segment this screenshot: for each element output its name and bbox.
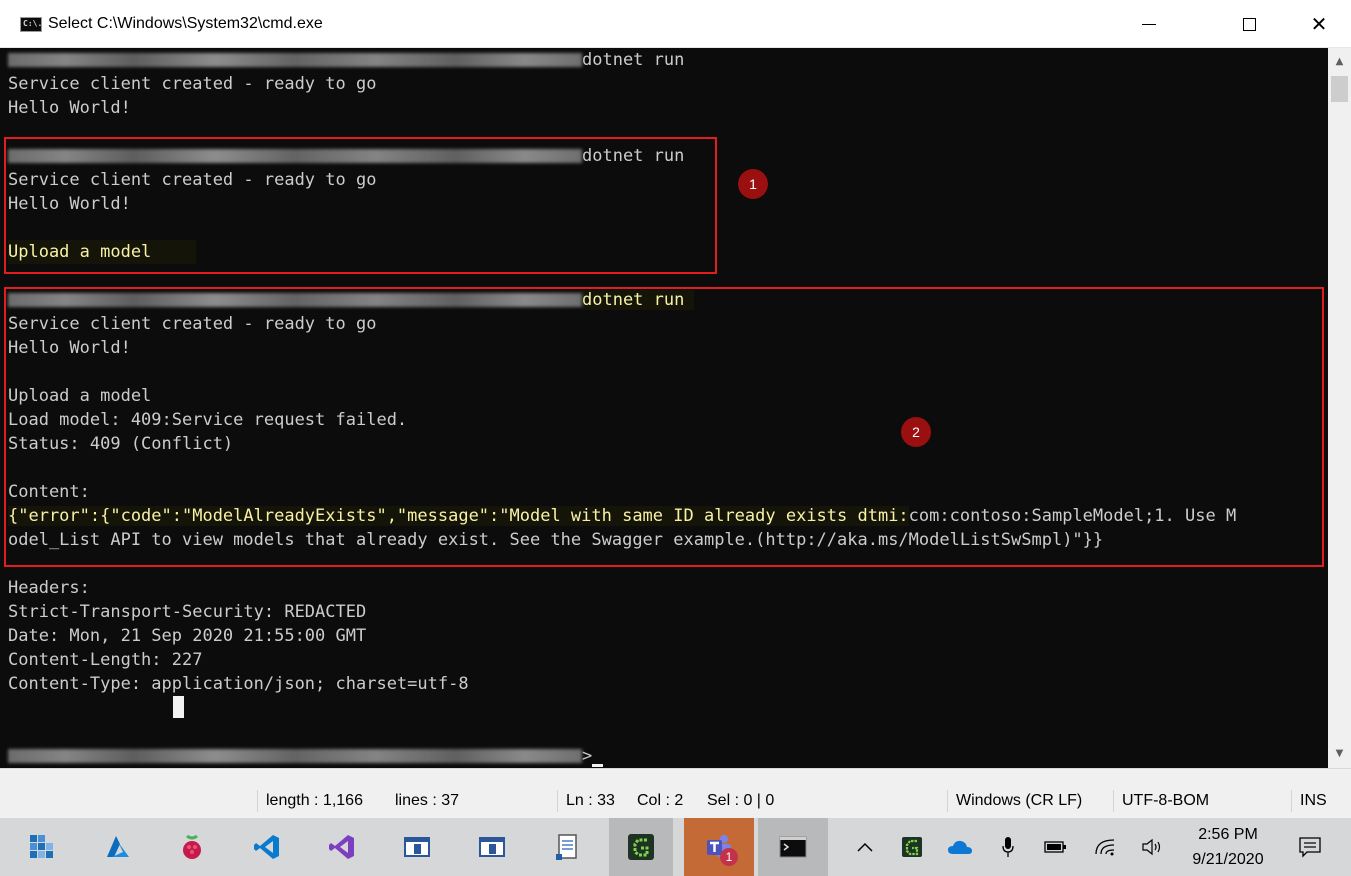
tray-gitkraken[interactable] xyxy=(892,818,932,876)
redacted-path xyxy=(8,53,582,67)
status-lines: lines : 37 xyxy=(395,792,460,809)
annotation-badge-1: 1 xyxy=(738,169,768,199)
wifi-icon xyxy=(1095,839,1115,856)
taskbar: 1 2:56 PM 9/21/2020 xyxy=(0,818,1351,876)
window-title: Select C:\Windows\System32\cmd.exe xyxy=(48,15,323,32)
taskbar-notepad[interactable] xyxy=(535,818,599,876)
clock-date: 9/21/2020 xyxy=(1192,851,1264,868)
vertical-scrollbar[interactable]: ▲ ▼ xyxy=(1328,48,1351,768)
taskbar-teams[interactable]: 1 xyxy=(684,818,754,876)
status-ln: Ln : 33 xyxy=(557,790,625,812)
vscode-icon xyxy=(254,835,279,859)
console-line: Content-Type: application/json; charset=… xyxy=(8,674,469,694)
notification-icon xyxy=(1299,837,1321,858)
clock-time: 2:56 PM xyxy=(1198,826,1258,843)
tray-microphone[interactable] xyxy=(988,818,1028,876)
cmd-icon xyxy=(779,836,807,858)
taskbar-clock[interactable]: 2:56 PM 9/21/2020 xyxy=(1178,822,1278,872)
scroll-thumb[interactable] xyxy=(1331,76,1348,102)
gitkraken-icon xyxy=(902,837,922,857)
onedrive-icon xyxy=(948,840,972,854)
tray-battery[interactable] xyxy=(1035,818,1075,876)
maximize-button[interactable] xyxy=(1226,0,1272,48)
microphone-icon xyxy=(1002,837,1014,857)
console-line: Date: Mon, 21 Sep 2020 21:55:00 GMT xyxy=(8,626,367,646)
taskbar-window-app-2[interactable] xyxy=(460,818,524,876)
scroll-up-icon[interactable]: ▲ xyxy=(1328,52,1351,72)
taskbar-vscode[interactable] xyxy=(235,818,299,876)
volume-icon xyxy=(1142,838,1161,856)
visual-studio-icon xyxy=(329,835,354,859)
annotation-box-2 xyxy=(4,287,1324,567)
editor-status-bar: length : 1,166 lines : 37 Ln : 33 Col : … xyxy=(0,768,1351,818)
status-eol[interactable]: Windows (CR LF) xyxy=(947,790,1113,812)
status-length: length : 1,166 xyxy=(257,790,387,812)
scroll-down-icon[interactable]: ▼ xyxy=(1328,744,1351,764)
tray-onedrive[interactable] xyxy=(940,818,980,876)
teams-notification-badge: 1 xyxy=(720,848,738,866)
chevron-up-icon xyxy=(857,842,873,852)
status-encoding[interactable]: UTF-8-BOM xyxy=(1113,790,1291,812)
maximize-icon xyxy=(1242,17,1256,31)
close-icon: ✕ xyxy=(1310,12,1328,36)
console-prompt-line[interactable]: > xyxy=(8,744,604,768)
prompt-caret xyxy=(592,764,604,767)
raspberry-pi-icon xyxy=(183,834,201,859)
window-icon xyxy=(479,837,505,857)
title-bar: C:\. Select C:\Windows\System32\cmd.exe … xyxy=(0,0,1351,48)
tray-volume[interactable] xyxy=(1132,818,1172,876)
azure-icon xyxy=(107,836,129,857)
text-cursor xyxy=(173,696,184,718)
console-line: Content-Length: 227 xyxy=(8,650,203,670)
task-view-icon xyxy=(30,835,53,858)
console-line: dotnet run xyxy=(8,48,684,72)
taskbar-window-app[interactable] xyxy=(385,818,449,876)
cmd-icon: C:\. xyxy=(20,17,42,32)
annotation-badge-2: 2 xyxy=(901,417,931,447)
console-line: Headers: xyxy=(8,578,90,598)
notifications-button[interactable] xyxy=(1290,818,1330,876)
console-line: Hello World! xyxy=(8,98,131,118)
gitkraken-icon xyxy=(628,834,654,860)
taskbar-task-view[interactable] xyxy=(10,818,74,876)
status-sel: Sel : 0 | 0 xyxy=(707,792,775,809)
status-col: Col : 2 xyxy=(637,792,684,809)
annotation-box-1 xyxy=(4,137,717,274)
taskbar-azure[interactable] xyxy=(86,818,150,876)
close-button[interactable]: ✕ xyxy=(1296,0,1342,48)
tray-wifi[interactable] xyxy=(1085,818,1125,876)
minimize-button[interactable] xyxy=(1134,0,1180,48)
battery-icon xyxy=(1044,841,1066,853)
redacted-path xyxy=(8,749,582,763)
status-mode: INS xyxy=(1291,790,1351,812)
taskbar-cmd[interactable] xyxy=(758,818,828,876)
minimize-icon xyxy=(1142,23,1156,25)
taskbar-visual-studio[interactable] xyxy=(310,818,374,876)
taskbar-raspberry-pi[interactable] xyxy=(160,818,224,876)
taskbar-gitkraken[interactable] xyxy=(609,818,673,876)
show-hidden-icons-button[interactable] xyxy=(845,818,885,876)
window-icon xyxy=(404,837,430,857)
console-output[interactable]: dotnet run Service client created - read… xyxy=(0,48,1328,768)
console-line: Service client created - ready to go xyxy=(8,74,377,94)
notepad-icon xyxy=(556,834,577,860)
console-line: Strict-Transport-Security: REDACTED xyxy=(8,602,367,622)
